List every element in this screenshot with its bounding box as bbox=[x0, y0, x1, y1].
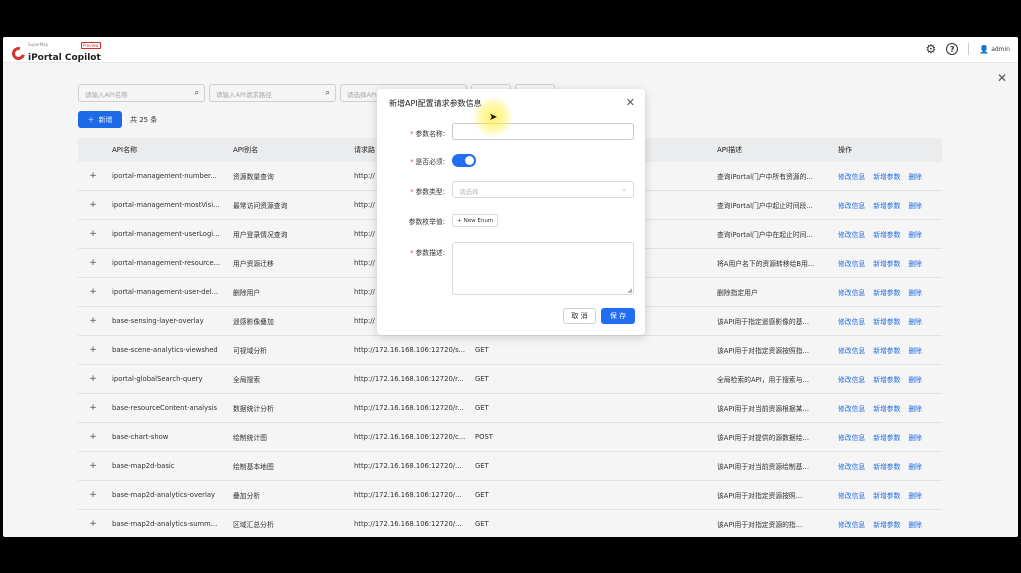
app-window: SuperMap iPortal Copilot Preview ⚙ ? 👤 a… bbox=[3, 37, 1018, 537]
enum-label: 参数枚举值: bbox=[408, 218, 445, 226]
close-icon[interactable]: ✕ bbox=[626, 96, 635, 109]
param-name-label: * 参数名称: bbox=[410, 130, 445, 138]
param-desc-textarea[interactable]: ◢ bbox=[452, 242, 634, 295]
gear-icon[interactable]: ⚙ bbox=[925, 42, 936, 56]
logo-mark-icon bbox=[9, 44, 28, 62]
plus-icon: + bbox=[457, 217, 462, 224]
param-desc-label: * 参数描述: bbox=[410, 249, 445, 257]
required-toggle[interactable] bbox=[452, 154, 476, 167]
user-menu[interactable]: 👤 admin bbox=[979, 45, 1010, 54]
help-icon[interactable]: ? bbox=[946, 43, 959, 55]
top-actions: ⚙ ? 👤 admin bbox=[925, 42, 1010, 56]
required-label: * 是否必须: bbox=[410, 158, 445, 166]
brand-name: iPortal Copilot bbox=[28, 53, 101, 63]
param-type-label: * 参数类型: bbox=[410, 188, 445, 196]
dialog-title: 新增API配置请求参数信息 bbox=[389, 99, 482, 108]
resize-grip-icon[interactable]: ◢ bbox=[627, 287, 632, 294]
new-enum-button[interactable]: + New Enum bbox=[452, 214, 499, 227]
brand-badge: Preview bbox=[81, 42, 101, 49]
mouse-pointer-icon: ➤ bbox=[489, 112, 498, 123]
logo[interactable]: SuperMap iPortal Copilot Preview bbox=[9, 42, 101, 63]
param-type-select[interactable]: 请选择 ⌄ bbox=[452, 181, 634, 198]
save-button[interactable]: 保 存 bbox=[601, 308, 635, 324]
top-bar: SuperMap iPortal Copilot Preview ⚙ ? 👤 a… bbox=[3, 37, 1018, 63]
divider bbox=[968, 43, 970, 55]
chevron-down-icon: ⌄ bbox=[621, 185, 627, 193]
user-icon: 👤 bbox=[979, 44, 990, 54]
cancel-button[interactable]: 取 消 bbox=[563, 308, 596, 324]
user-name: admin bbox=[991, 45, 1010, 53]
add-param-dialog: 新增API配置请求参数信息 ✕ * 参数名称: * 是否必须: * 参数类型: 请选择… bbox=[377, 89, 645, 335]
